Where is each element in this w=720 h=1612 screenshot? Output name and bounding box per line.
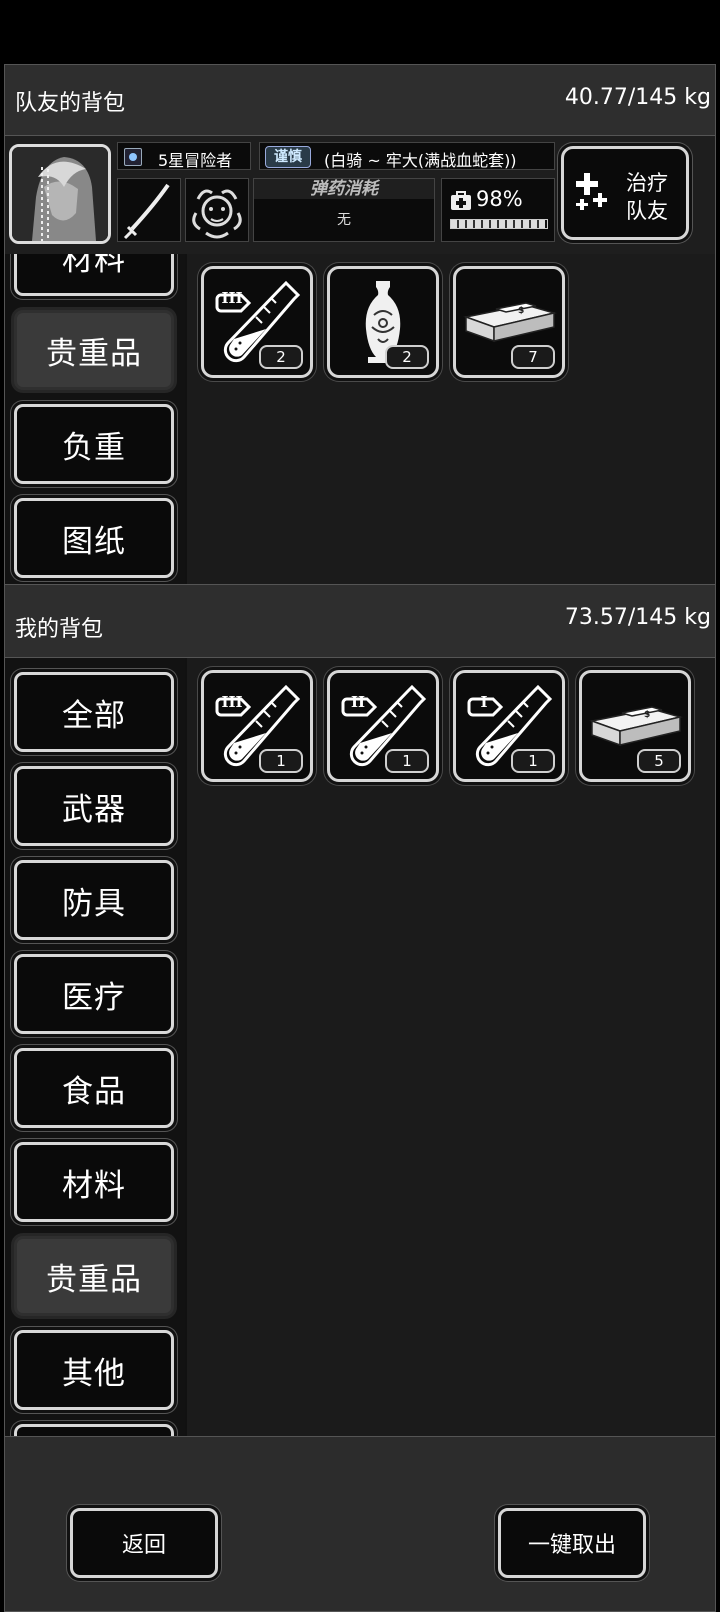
my-category-food[interactable]: 食品 (14, 1048, 174, 1128)
ammo-box: 弹药消耗 无 (253, 178, 435, 242)
item-count: 2 (259, 345, 303, 369)
item-count: 7 (511, 345, 555, 369)
category-label: 材料 (62, 254, 126, 278)
item-count: 2 (385, 345, 429, 369)
my-category-valuables[interactable]: 贵重品 (14, 1236, 174, 1316)
my-category-medical[interactable]: 医疗 (14, 954, 174, 1034)
teammate-category-blueprints[interactable]: 图纸 (14, 498, 174, 578)
take-all-button[interactable]: 一键取出 (498, 1508, 646, 1578)
my-category-weapons[interactable]: 武器 (14, 766, 174, 846)
rank-box: 5星冒险者 (117, 142, 251, 170)
my-bag-weight: 73.57/145 kg (564, 605, 711, 630)
tier-text: III (221, 693, 242, 711)
category-label: 武器 (62, 791, 126, 828)
back-button-label: 返回 (121, 1533, 166, 1558)
medusa-icon (192, 189, 242, 239)
heal-plus-icon (576, 171, 610, 215)
my-bag-body: 全部 武器 防具 医疗 食品 材料 贵重品 其他 III 1 II 1 I 1 … (4, 658, 716, 1436)
tier-text: II (351, 693, 365, 711)
item-slot[interactable]: 5 (579, 670, 691, 782)
health-bar-fill (451, 220, 546, 228)
tier-text: I (480, 693, 487, 711)
item-slot[interactable]: III 2 (201, 266, 313, 378)
katana-icon (123, 183, 170, 240)
item-count: 1 (511, 749, 555, 773)
ammo-title: 弹药消耗 (254, 179, 434, 199)
item-count: 1 (385, 749, 429, 773)
teammate-category-materials[interactable]: 材料 (14, 254, 174, 296)
ammo-value: 无 (337, 212, 351, 228)
teammate-bag-title: 队友的背包 (15, 91, 126, 116)
category-label: 医疗 (62, 979, 126, 1016)
my-category-all[interactable]: 全部 (14, 672, 174, 752)
item-count: 1 (259, 749, 303, 773)
rank-star-icon (124, 148, 142, 166)
trait-tag: 谨慎 (265, 146, 311, 168)
teammate-category-load[interactable]: 负重 (14, 404, 174, 484)
item-slot[interactable]: 2 (327, 266, 439, 378)
category-label: 贵重品 (46, 1261, 142, 1298)
name-box: 谨慎 (白骑 ~ 牢大(满战血蛇套)) (259, 142, 555, 170)
category-label: 食品 (62, 1073, 126, 1110)
item-slot[interactable]: 7 (453, 266, 565, 378)
teammate-category-valuables[interactable]: 贵重品 (14, 310, 174, 390)
back-button[interactable]: 返回 (70, 1508, 218, 1578)
item-slot[interactable]: II 1 (327, 670, 439, 782)
take-all-button-label: 一键取出 (527, 1533, 616, 1558)
category-label: 负重 (62, 429, 126, 466)
category-label: 材料 (62, 1167, 126, 1204)
teammate-bag-header: 队友的背包 40.77/145 kg (4, 64, 716, 136)
rank-label: 5星冒险者 (158, 151, 233, 170)
category-label: 防具 (62, 885, 126, 922)
health-bar (450, 219, 548, 229)
teammate-bag-weight: 40.77/145 kg (564, 85, 711, 110)
my-category-armor[interactable]: 防具 (14, 860, 174, 940)
tier-text: III (221, 289, 242, 307)
character-bar: 5星冒险者 谨慎 (白骑 ~ 牢大(满战血蛇套)) 弹药消耗 无 98% 治疗 … (4, 136, 716, 254)
item-slot[interactable]: I 1 (453, 670, 565, 782)
my-category-other[interactable]: 其他 (14, 1330, 174, 1410)
health-box: 98% (441, 178, 555, 242)
weapon-slot[interactable] (117, 178, 181, 242)
category-label: 其他 (62, 1355, 126, 1392)
heal-label-2: 队友 (626, 199, 668, 223)
avatar[interactable] (9, 144, 111, 244)
health-value: 98% (476, 187, 523, 211)
heal-teammate-button[interactable]: 治疗 队友 (561, 146, 689, 240)
item-slot[interactable]: III 1 (201, 670, 313, 782)
my-category-materials[interactable]: 材料 (14, 1142, 174, 1222)
category-label: 贵重品 (46, 335, 142, 372)
character-name: (白骑 ~ 牢大(满战血蛇套)) (324, 151, 517, 170)
category-label: 全部 (62, 697, 126, 734)
armor-slot[interactable] (185, 178, 249, 242)
item-count: 5 (637, 749, 681, 773)
my-bag-header: 我的背包 73.57/145 kg (4, 584, 716, 658)
medkit-icon (450, 191, 472, 211)
heal-label-1: 治疗 (626, 171, 668, 195)
teammate-bag-body: 材料 贵重品 负重 图纸 III 2 2 7 (4, 254, 716, 584)
my-category-partial[interactable] (14, 1424, 174, 1436)
my-bag-title: 我的背包 (15, 617, 104, 642)
category-label: 图纸 (62, 523, 126, 560)
